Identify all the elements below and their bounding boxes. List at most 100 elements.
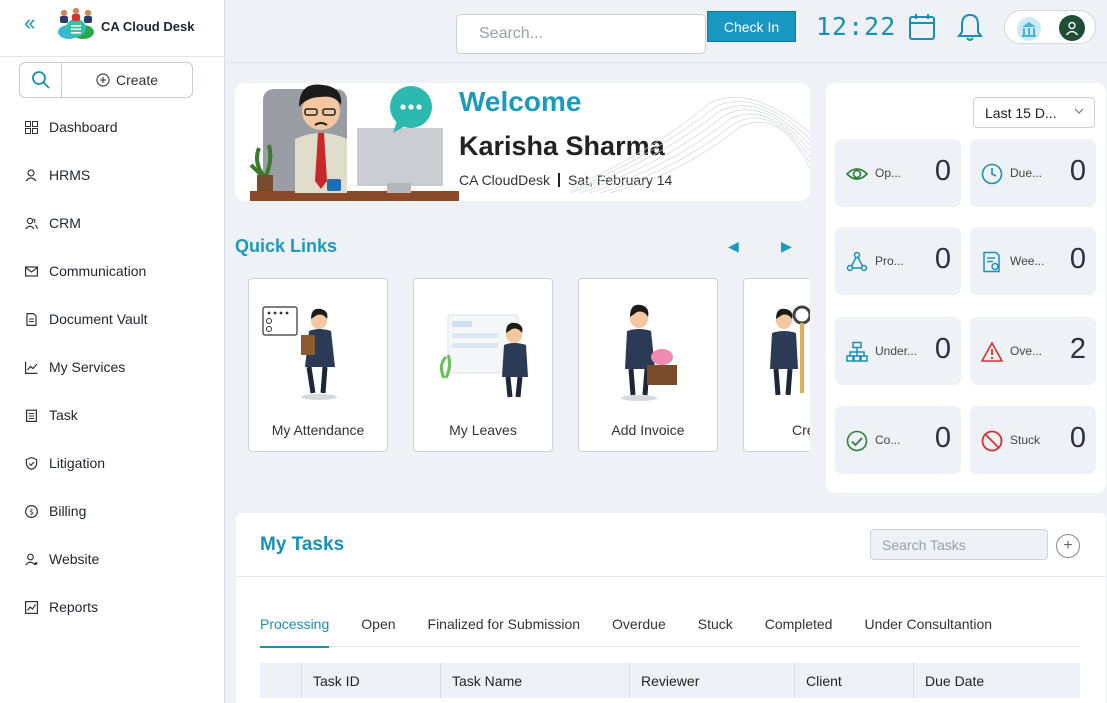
dollar-icon: $ bbox=[25, 504, 38, 518]
warning-icon bbox=[981, 341, 1003, 362]
quick-link-add-invoice[interactable]: Add Invoice bbox=[578, 278, 718, 452]
stat-stuck[interactable]: Stuck 0 bbox=[970, 406, 1096, 474]
dashboard-icon bbox=[25, 120, 38, 134]
date-range-select[interactable]: Last 15 D... bbox=[973, 97, 1095, 128]
stat-completed[interactable]: Co... 0 bbox=[835, 406, 961, 474]
stat-open[interactable]: Op... 0 bbox=[835, 139, 961, 207]
people-icon bbox=[25, 217, 38, 229]
check-circle-icon bbox=[846, 430, 868, 452]
tab-overdue[interactable]: Overdue bbox=[612, 603, 666, 647]
sidebar-item-label: Reports bbox=[49, 599, 99, 615]
welcome-card: Welcome Karisha Sharma CA CloudDesk Sat,… bbox=[235, 83, 810, 201]
quick-link-label: Create bbox=[791, 422, 810, 438]
decorative-wave bbox=[570, 96, 810, 193]
person-icon bbox=[25, 168, 37, 181]
check-in-button[interactable]: Check In bbox=[707, 11, 796, 42]
stat-under-consultation[interactable]: Under... 0 bbox=[835, 317, 961, 385]
quick-link-my-attendance[interactable]: My Attendance bbox=[248, 278, 388, 452]
quick-links-carousel: My Attendance My Leaves Add Invoice Cr bbox=[240, 270, 810, 460]
create-button[interactable]: Create bbox=[62, 63, 192, 97]
my-tasks-panel: My Tasks + Processing Open Finalized for… bbox=[236, 513, 1106, 703]
eye-icon bbox=[846, 168, 868, 180]
sidebar-item-document-vault[interactable]: Document Vault bbox=[0, 295, 224, 343]
clock-icon bbox=[981, 163, 1003, 185]
sidebar-item-label: My Services bbox=[49, 359, 126, 375]
stat-value: 0 bbox=[934, 155, 951, 187]
task-stats-panel: Last 15 D... Op... 0 Due... 0 Pro... 0 W… bbox=[826, 83, 1106, 493]
sidebar-item-litigation[interactable]: Litigation bbox=[0, 439, 224, 487]
collapse-sidebar-icon[interactable]: ‹‹ bbox=[24, 10, 36, 36]
user-menu[interactable] bbox=[1004, 10, 1096, 44]
column-header-due-date[interactable]: Due Date bbox=[913, 663, 1080, 698]
stat-value: 0 bbox=[1069, 422, 1086, 454]
stat-processing[interactable]: Pro... 0 bbox=[835, 227, 961, 295]
logo-icon bbox=[58, 7, 94, 39]
welcome-title: Welcome bbox=[459, 86, 582, 117]
chevron-down-icon bbox=[1074, 108, 1084, 114]
tab-under-consultantion[interactable]: Under Consultantion bbox=[864, 603, 992, 647]
leaves-illustration bbox=[439, 314, 528, 398]
column-header-task-name[interactable]: Task Name bbox=[440, 663, 629, 698]
column-header-reviewer[interactable]: Reviewer bbox=[629, 663, 794, 698]
stat-label: Stuck bbox=[1010, 433, 1041, 447]
stat-value: 0 bbox=[1069, 155, 1086, 187]
sidebar-item-label: Task bbox=[49, 407, 78, 423]
search-create-group: Create bbox=[19, 62, 193, 98]
weekly-doc-icon bbox=[983, 251, 1000, 273]
brand-header: ‹‹ CA Cloud Desk bbox=[0, 0, 224, 57]
sidebar-item-dashboard[interactable]: Dashboard bbox=[0, 103, 224, 151]
sidebar-item-label: Litigation bbox=[49, 455, 106, 471]
calendar-icon[interactable] bbox=[908, 13, 936, 41]
sidebar-item-label: Website bbox=[49, 551, 100, 567]
tab-finalized-for-submission[interactable]: Finalized for Submission bbox=[428, 603, 581, 647]
stat-value: 0 bbox=[934, 243, 951, 275]
clipboard-icon bbox=[26, 409, 38, 422]
quick-link-my-leaves[interactable]: My Leaves bbox=[413, 278, 553, 452]
sidebar: ‹‹ CA Cloud Desk Create Dashboard HRMS C… bbox=[0, 0, 225, 703]
sidebar-item-website[interactable]: Website bbox=[0, 535, 224, 583]
stat-label: Co... bbox=[875, 433, 901, 447]
quick-link-label: My Attendance bbox=[271, 422, 365, 438]
sidebar-item-communication[interactable]: Communication bbox=[0, 247, 224, 295]
quick-link-create[interactable]: Create bbox=[743, 278, 810, 452]
avatar[interactable] bbox=[1059, 15, 1085, 41]
ban-icon bbox=[981, 430, 1003, 452]
sidebar-item-label: HRMS bbox=[49, 167, 91, 183]
sidebar-item-reports[interactable]: Reports bbox=[0, 583, 224, 631]
global-search-input[interactable] bbox=[456, 14, 706, 54]
stat-due[interactable]: Due... 0 bbox=[970, 139, 1096, 207]
user-globe-icon bbox=[25, 553, 38, 565]
sidebar-item-label: CRM bbox=[49, 215, 81, 231]
bell-icon[interactable] bbox=[957, 12, 983, 42]
sidebar-item-label: Billing bbox=[49, 503, 87, 519]
divider bbox=[558, 173, 561, 187]
welcome-illustration bbox=[249, 84, 459, 201]
tab-open[interactable]: Open bbox=[361, 603, 395, 647]
tab-processing[interactable]: Processing bbox=[260, 603, 330, 648]
stat-value: 0 bbox=[1069, 243, 1086, 275]
user-avatar-icon bbox=[1065, 21, 1079, 36]
carousel-next-icon[interactable]: ▶ bbox=[781, 238, 792, 255]
shield-icon bbox=[25, 456, 38, 470]
add-task-button[interactable]: + bbox=[1056, 534, 1080, 558]
carousel-prev-icon[interactable]: ◀ bbox=[728, 238, 739, 255]
stat-overdue[interactable]: Ove... 2 bbox=[970, 317, 1096, 385]
column-header-task-id[interactable]: Task ID bbox=[301, 663, 440, 698]
sidebar-item-task[interactable]: Task bbox=[0, 391, 224, 439]
sidebar-item-billing[interactable]: $ Billing bbox=[0, 487, 224, 535]
search-icon bbox=[31, 71, 50, 89]
invoice-illustration bbox=[621, 304, 677, 401]
tab-stuck[interactable]: Stuck bbox=[698, 603, 733, 647]
sidebar-search-button[interactable] bbox=[20, 63, 62, 97]
sidebar-item-hrms[interactable]: HRMS bbox=[0, 151, 224, 199]
stat-weekly[interactable]: Wee... 0 bbox=[970, 227, 1096, 295]
sidebar-item-crm[interactable]: CRM bbox=[0, 199, 224, 247]
quick-link-label: My Leaves bbox=[449, 422, 517, 438]
report-chart-icon bbox=[25, 600, 38, 614]
sidebar-item-my-services[interactable]: My Services bbox=[0, 343, 224, 391]
task-search-input[interactable] bbox=[870, 529, 1048, 560]
column-header-client[interactable]: Client bbox=[794, 663, 913, 698]
tab-completed[interactable]: Completed bbox=[765, 603, 833, 647]
stat-value: 0 bbox=[934, 333, 951, 365]
my-tasks-header: My Tasks + bbox=[236, 513, 1106, 577]
